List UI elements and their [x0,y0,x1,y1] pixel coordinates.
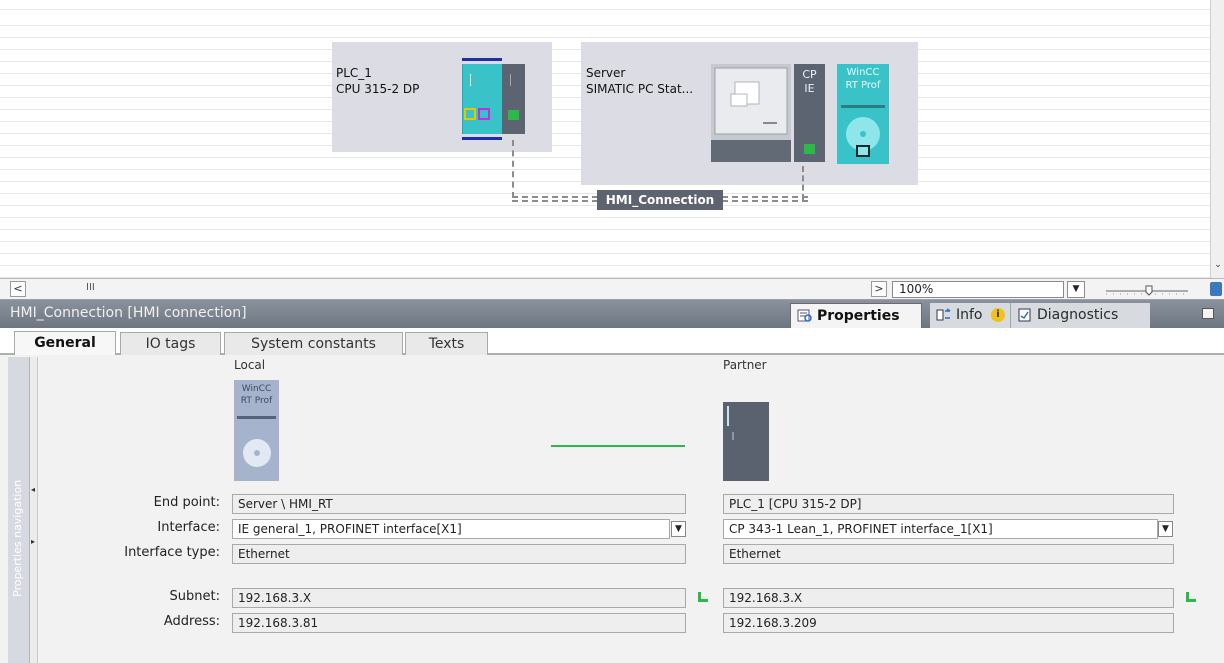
wincc-runtime-module[interactable]: WinCC RT Prof [837,64,889,164]
local-interface-select[interactable]: IE general_1, PROFINET interface[X1] [232,519,670,539]
tab-properties[interactable]: Properties [790,303,922,328]
end-point-label: End point: [153,495,220,510]
subtab-system-constants[interactable]: System constants [224,332,403,356]
tab-info-label: Info [956,307,983,323]
server-type: SIMATIC PC Stat... [586,82,694,96]
subtab-general[interactable]: General [14,331,116,357]
scroll-right-button[interactable]: > [871,281,887,297]
partner-header: Partner [723,358,767,372]
vertical-scrollbar[interactable]: ⌄ [1210,0,1224,278]
tab-info[interactable]: Info i [930,303,1010,328]
partner-interface-type-field: Ethernet [723,544,1174,564]
properties-icon [797,309,812,322]
local-icon-wincc-text: WinCC [241,384,272,394]
partner-subnet-field: 192.168.3.X [723,588,1174,608]
plc-name: PLC_1 [336,66,372,80]
rt-prof-label: RT Prof [845,80,881,91]
subtab-bar: General IO tags System constants Texts [0,328,1224,357]
subtab-texts[interactable]: Texts [405,332,488,356]
cp-label: CP [802,68,817,81]
info-badge-icon: i [990,308,1005,322]
window-float-icon[interactable] [1202,308,1214,319]
interface-label: Interface: [157,520,220,535]
zoom-level-field[interactable]: 100% [892,281,1064,298]
plc-module-icon [462,58,525,140]
hmi-connection-label[interactable]: HMI_Connection [597,190,723,210]
inspector-window-header: HMI_Connection [HMI connection] Properti… [0,300,1224,328]
tab-diagnostics[interactable]: Diagnostics [1010,303,1150,328]
partner-interface-select[interactable]: CP 343-1 Lean_1, PROFINET interface_1[X1… [723,519,1158,539]
tab-diagnostics-label: Diagnostics [1037,307,1119,323]
plc-type: CPU 315-2 DP [336,82,420,96]
address-label: Address: [163,614,220,629]
pc-station-icon [711,64,791,162]
partner-subnet-icon [1186,592,1196,602]
local-icon-divider [237,416,276,419]
connection-line-server-down [802,166,806,200]
partner-module-led [727,406,729,426]
inspector-title: HMI_Connection [HMI connection] [10,305,247,321]
local-address-field: 192.168.3.81 [232,613,686,633]
connection-link-line [551,445,685,447]
server-name: Server [586,66,626,80]
partner-module-slot [732,432,734,440]
zoom-slider[interactable] [1104,283,1194,297]
local-interface-type-field: Ethernet [232,544,686,564]
port-icon [804,144,815,154]
local-interface-dropdown-icon[interactable]: ▼ [671,521,686,537]
local-icon-rtprof-text: RT Prof [240,396,273,406]
local-header: Local [234,358,266,372]
properties-content: Properties navigation ◂ ▸ Local Partner … [0,355,1224,663]
partner-interface-dropdown-icon[interactable]: ▼ [1158,521,1173,537]
ie-label: IE [804,82,815,95]
collapse-arrow-icon[interactable]: ◂ [31,485,35,494]
network-view[interactable]: PLC_1 CPU 315-2 DP Server SIMATIC PC Sta… [0,0,1224,280]
partner-address-field: 192.168.3.209 [723,613,1174,633]
subnet-label: Subnet: [169,589,220,604]
connection-line-plc-down [512,140,516,198]
scroll-thumb-grip[interactable]: III [86,282,95,293]
zoom-dropdown-button[interactable]: ▼ [1067,281,1085,298]
info-tab-icon [936,308,951,321]
subtab-io-tags[interactable]: IO tags [120,332,221,356]
tab-properties-label: Properties [817,308,900,324]
local-end-point-field: Server \ HMI_RT [232,494,686,514]
partner-module-icon [723,402,769,481]
server-device[interactable]: Server SIMATIC PC Stat... CP IE WinCC RT… [581,42,918,185]
horizontal-scroll-zoom-bar: < III > 100% ▼ [0,278,1224,300]
wincc-label: WinCC [846,67,880,78]
scroll-down-icon[interactable]: ⌄ [1212,260,1224,274]
interface-type-label: Interface type: [124,545,220,560]
divider [841,105,885,108]
local-disc-icon [243,439,271,467]
plc-device[interactable]: PLC_1 CPU 315-2 DP [332,42,552,152]
overview-navigation-icon[interactable] [1210,282,1222,296]
partner-end-point-field: PLC_1 [CPU 315-2 DP] [723,494,1174,514]
diagnostics-icon [1018,308,1031,322]
local-subnet-icon [698,592,708,602]
cp-module: CP IE [794,64,825,162]
local-subnet-field: 192.168.3.X [232,588,686,608]
local-wincc-icon: WinCC RT Prof [234,380,279,481]
scroll-left-button[interactable]: < [10,281,26,297]
disc-icon [846,117,880,157]
